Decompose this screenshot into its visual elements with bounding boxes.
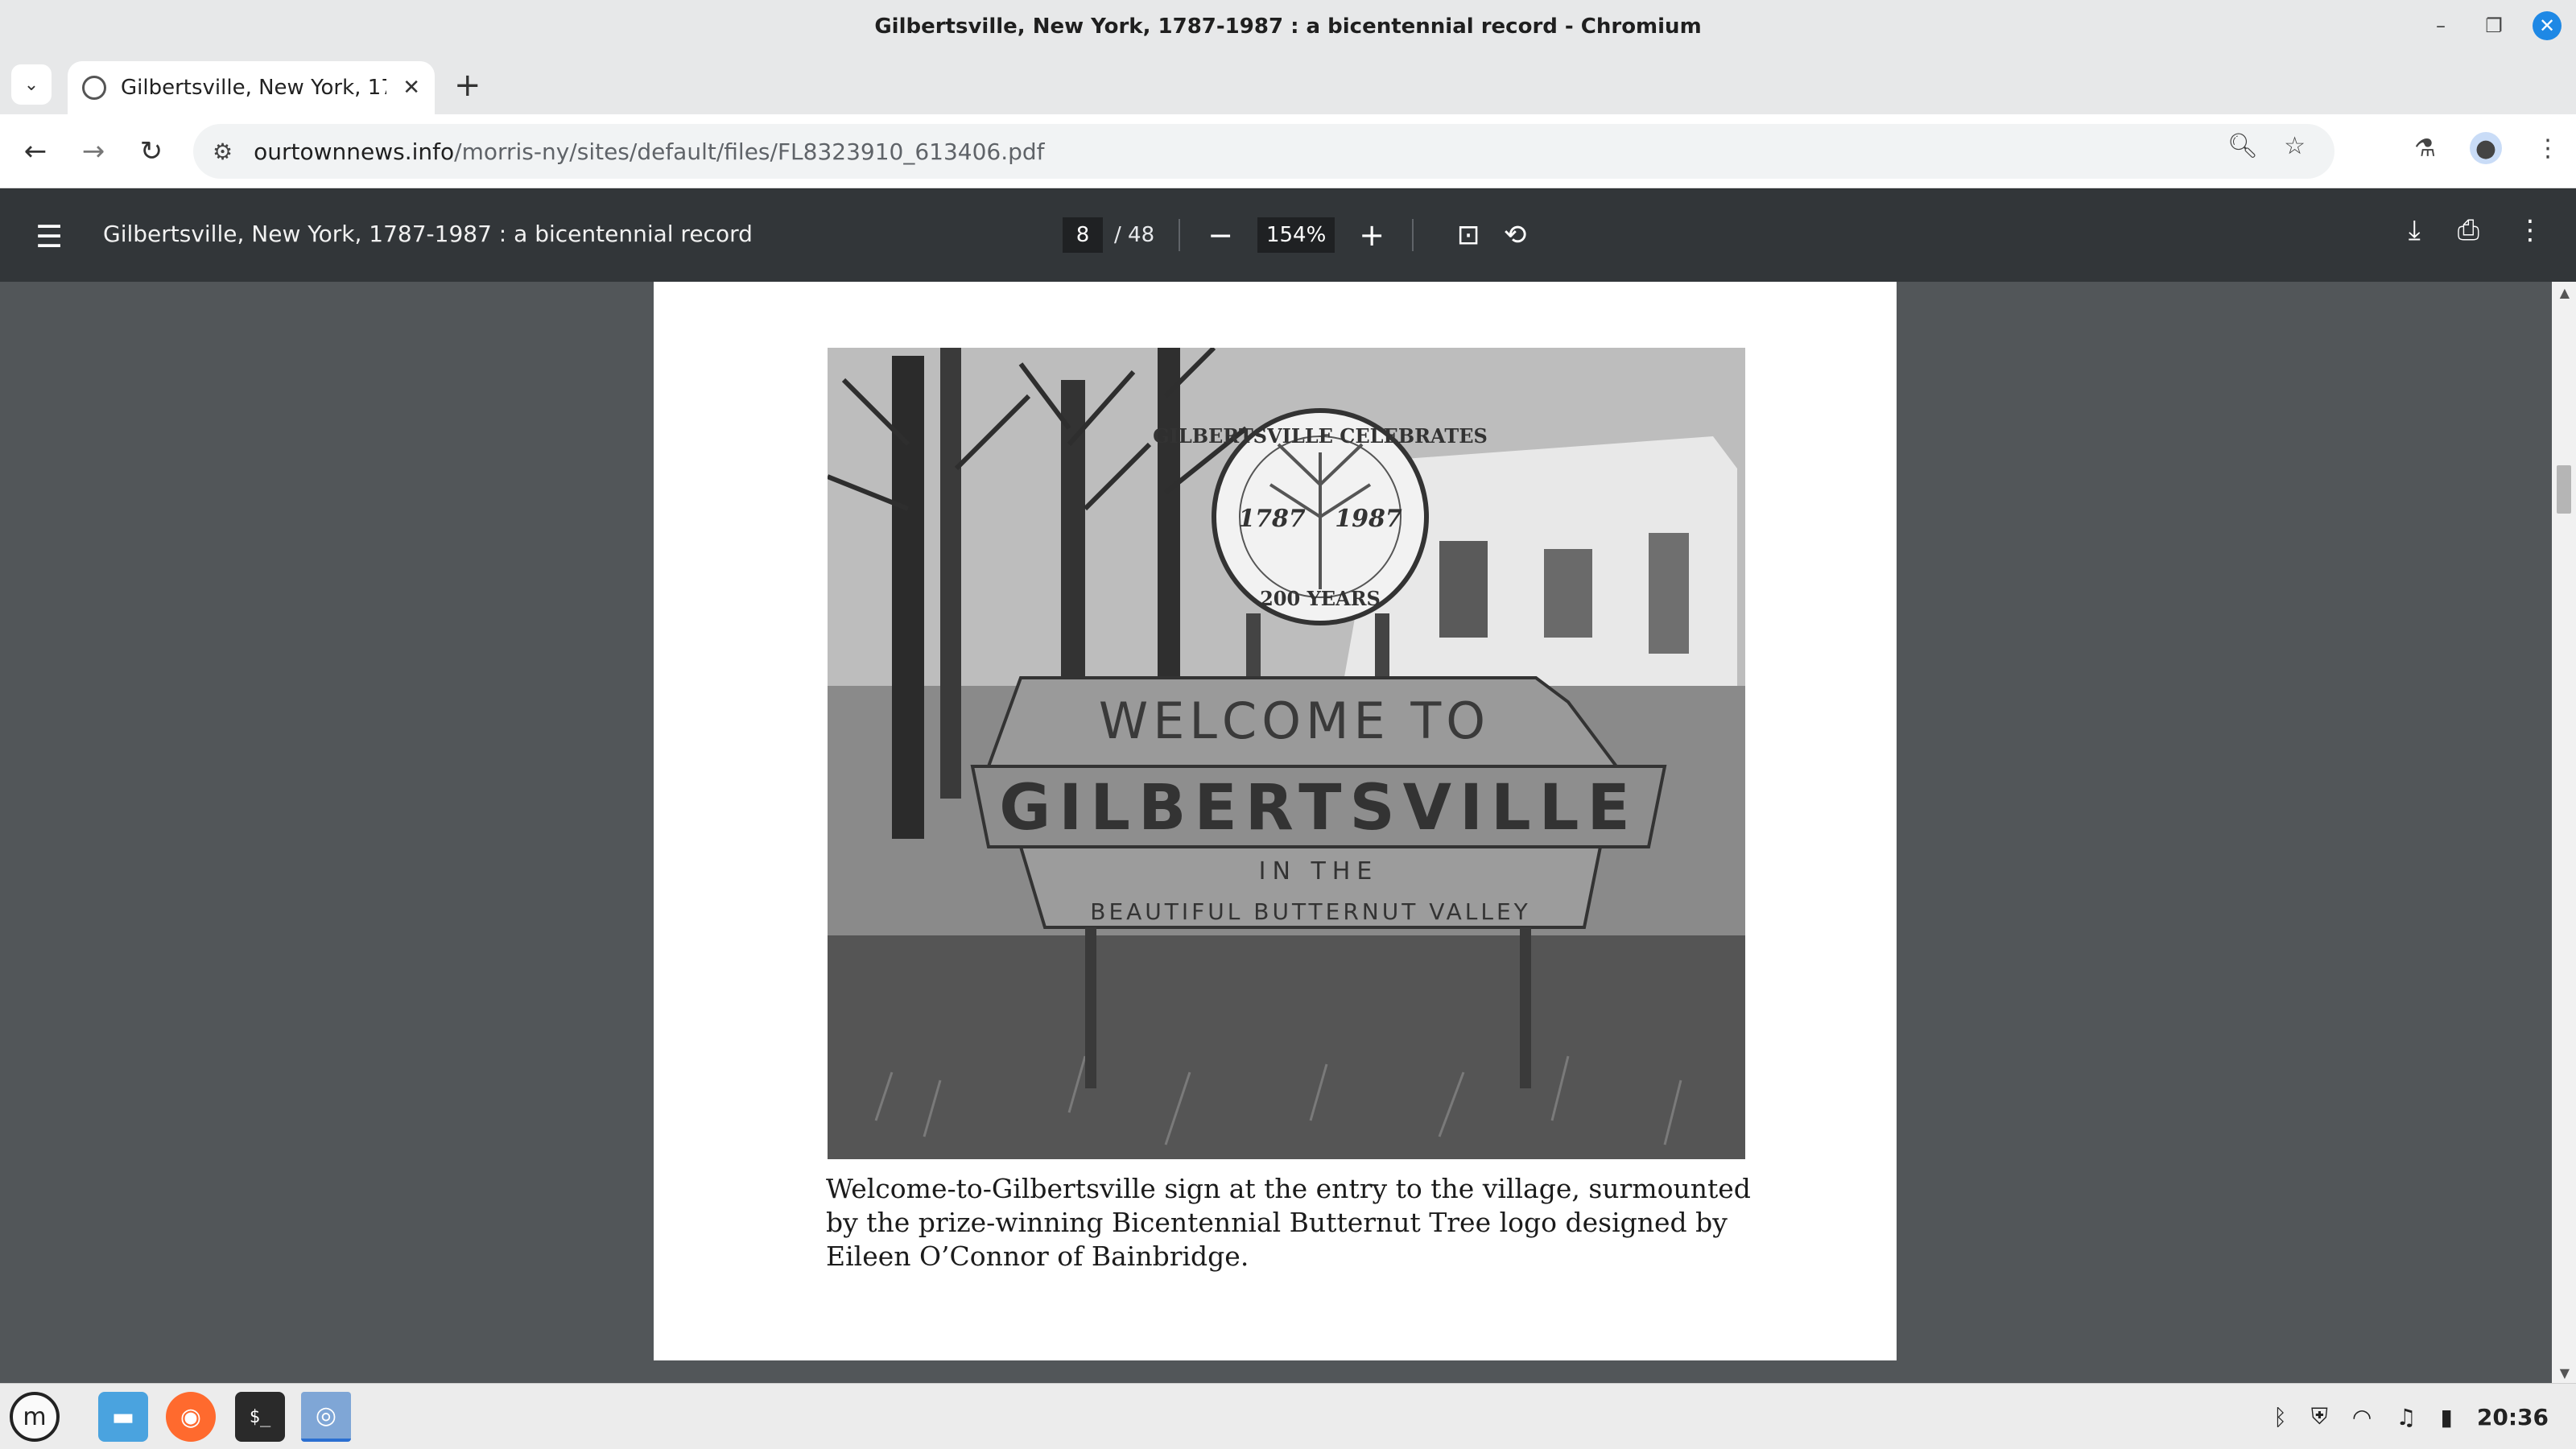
minimize-icon[interactable]: – [2426, 11, 2455, 40]
zoom-in-button[interactable]: + [1356, 217, 1388, 253]
sign-in-the: IN THE [1259, 857, 1379, 886]
minus-icon: − [1208, 217, 1234, 253]
pdf-actions: ⤓ ⎙ ⋮ [2409, 214, 2544, 246]
scroll-up-icon[interactable]: ▲ [2560, 285, 2570, 300]
hamburger-icon[interactable]: ☰ [35, 219, 63, 254]
chevron-down-icon: ⌄ [23, 74, 39, 95]
photo-illustration: GILBERTSVILLE CELEBRATES 1787 1987 200 Y… [828, 348, 1745, 1159]
mint-menu-icon[interactable]: m [10, 1392, 60, 1442]
scrollbar-thumb[interactable] [2557, 465, 2571, 514]
tab-close-icon[interactable]: ✕ [402, 76, 420, 100]
tab-title: Gilbertsville, New York, 1787-1987 : a b… [121, 76, 386, 100]
page-number-input[interactable] [1063, 217, 1103, 253]
sign-name: GILBERTSVILLE [999, 772, 1638, 844]
sign-valley: BEAUTIFUL BUTTERNUT VALLEY [1090, 898, 1531, 925]
address-bar[interactable]: ⚙ ourtownnews.info/morris-ny/sites/defau… [193, 124, 2334, 179]
kebab-icon[interactable]: ⋮ [2536, 134, 2560, 163]
window-controls: – ❐ ✕ [2426, 11, 2562, 40]
page-total: / 48 [1114, 223, 1155, 247]
vertical-scrollbar[interactable] [2552, 282, 2576, 1383]
forward-button[interactable]: → [74, 132, 113, 171]
seal-year-right: 1987 [1335, 505, 1402, 533]
sign-welcome: WELCOME TO [1099, 691, 1490, 750]
chromium-icon[interactable]: ◎ [301, 1392, 351, 1442]
window-titlebar: Gilbertsville, New York, 1787-1987 : a b… [0, 0, 2576, 53]
globe-icon [82, 76, 106, 100]
tab-strip: ⌄ Gilbertsville, New York, 1787-1987 : a… [0, 53, 2576, 114]
system-tray: ᛒ ⛨ ◠ ♫ ▮ 20:36 [2273, 1403, 2549, 1430]
tab-search-button[interactable]: ⌄ [11, 64, 52, 105]
toolbar-right: ⚗ ● ⋮ [2414, 132, 2560, 164]
taskbar: m ▬ ◉ $_ ◎ ᛒ ⛨ ◠ ♫ ▮ 20:36 [0, 1383, 2576, 1449]
zoom-input[interactable] [1257, 217, 1335, 253]
back-button[interactable]: ← [16, 132, 55, 171]
url-text[interactable]: ourtownnews.info/morris-ny/sites/default… [254, 138, 1044, 165]
print-icon[interactable]: ⎙ [2458, 214, 2479, 246]
seal-year-left: 1787 [1238, 505, 1306, 533]
close-icon[interactable]: ✕ [2533, 11, 2562, 40]
photo-welcome-sign: GILBERTSVILLE CELEBRATES 1787 1987 200 Y… [828, 348, 1745, 1159]
firefox-icon[interactable]: ◉ [166, 1392, 216, 1442]
download-icon[interactable]: ⤓ [2409, 214, 2421, 246]
maximize-icon[interactable]: ❐ [2479, 11, 2508, 40]
reload-button[interactable]: ↻ [132, 132, 171, 171]
separator [1179, 219, 1181, 251]
pdf-toolbar: ☰ Gilbertsville, New York, 1787-1987 : a… [0, 188, 2576, 282]
files-folder-icon[interactable]: ▬ [98, 1392, 148, 1442]
star-icon[interactable]: ☆ [2284, 132, 2306, 160]
flask-icon[interactable]: ⚗ [2414, 134, 2436, 163]
browser-toolbar: ← → ↻ ⚙ ourtownnews.info/morris-ny/sites… [0, 114, 2576, 188]
battery-icon[interactable]: ▮ [2440, 1404, 2452, 1430]
browser-tab[interactable]: Gilbertsville, New York, 1787-1987 : a b… [68, 61, 435, 114]
omnibox-actions: 🔍︎ ☆ [2227, 132, 2306, 160]
seal-top-text: GILBERTSVILLE CELEBRATES [1153, 424, 1488, 448]
window-title: Gilbertsville, New York, 1787-1987 : a b… [874, 14, 1702, 39]
music-icon[interactable]: ♫ [2396, 1404, 2416, 1430]
wifi-icon[interactable]: ◠ [2352, 1404, 2372, 1430]
plus-icon: + [1359, 217, 1385, 253]
separator [1412, 219, 1414, 251]
tune-icon[interactable]: ⚙ [213, 138, 233, 165]
url-path: /morris-ny/sites/default/files/FL8323910… [454, 138, 1045, 165]
clock[interactable]: 20:36 [2477, 1404, 2549, 1430]
new-tab-button[interactable]: + [454, 69, 481, 101]
bluetooth-icon[interactable]: ᛒ [2273, 1404, 2287, 1430]
arrow-left-icon: ← [23, 135, 47, 167]
arrow-right-icon: → [81, 135, 105, 167]
scroll-down-icon[interactable]: ▼ [2560, 1365, 2570, 1381]
zoom-out-button[interactable]: − [1204, 217, 1236, 253]
zoom-icon[interactable]: 🔍︎ [2227, 132, 2258, 160]
pdf-controls: / 48 − + ⊡ ⟲ [1063, 213, 1531, 258]
profile-avatar[interactable]: ● [2470, 132, 2502, 164]
photo-caption: Welcome-to-Gilbertsville sign at the ent… [826, 1173, 1751, 1272]
person-icon: ● [2475, 134, 2497, 163]
url-domain: ourtownnews.info [254, 138, 455, 165]
pdf-viewer[interactable]: GILBERTSVILLE CELEBRATES 1787 1987 200 Y… [0, 282, 2576, 1383]
fit-page-icon[interactable]: ⊡ [1452, 219, 1484, 251]
terminal-icon[interactable]: $_ [235, 1392, 285, 1442]
pdf-page: GILBERTSVILLE CELEBRATES 1787 1987 200 Y… [654, 282, 1897, 1360]
rotate-icon[interactable]: ⟲ [1499, 219, 1531, 251]
reload-icon: ↻ [139, 135, 163, 167]
shield-icon[interactable]: ⛨ [2311, 1403, 2328, 1430]
more-options-icon[interactable]: ⋮ [2516, 214, 2544, 246]
seal-bottom-text: 200 YEARS [1260, 587, 1381, 610]
pdf-title: Gilbertsville, New York, 1787-1987 : a b… [103, 221, 753, 247]
